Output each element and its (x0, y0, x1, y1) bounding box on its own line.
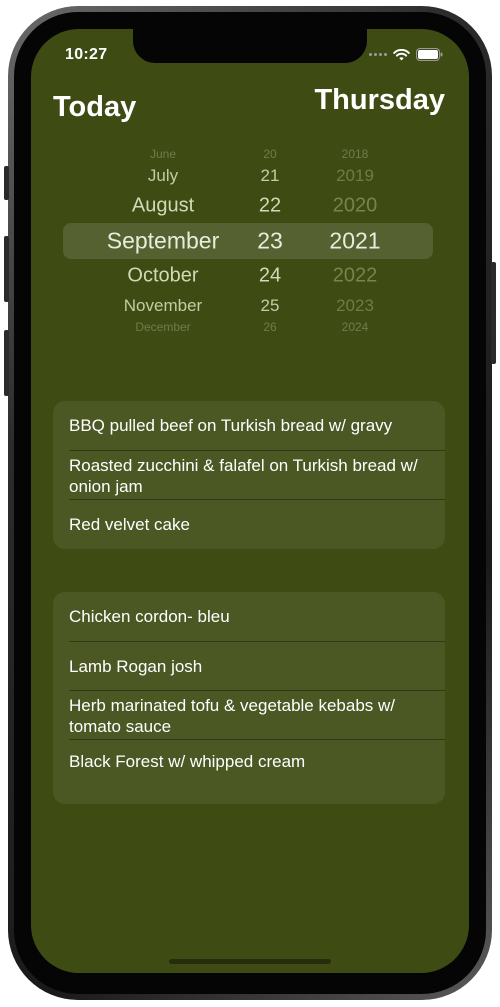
picker-day[interactable]: 24 (239, 265, 301, 288)
menu-item-label: Chicken cordon- bleu (69, 607, 230, 626)
picker-year[interactable]: 2022 (317, 265, 393, 288)
status-time: 10:27 (65, 46, 108, 63)
list-item[interactable]: BBQ pulled beef on Turkish bread w/ grav… (69, 401, 445, 450)
dinner-menu-card: Chicken cordon- bleu Lamb Rogan josh Her… (53, 592, 445, 804)
page-title: Today (53, 91, 137, 123)
picker-month[interactable]: August (71, 195, 255, 218)
menu-item-label: Black Forest w/ whipped cream (69, 752, 306, 771)
menu-item-label: Roasted zucchini & falafel on Turkish br… (69, 455, 418, 496)
picker-year[interactable]: 2019 (317, 166, 393, 186)
list-item[interactable]: Herb marinated tofu & vegetable kebabs w… (69, 691, 445, 740)
picker-day[interactable]: 25 (239, 296, 301, 316)
cellular-signal-icon (369, 53, 387, 56)
list-item[interactable]: Black Forest w/ whipped cream (69, 737, 445, 786)
side-button-volume-down (4, 330, 9, 396)
battery-icon (416, 48, 443, 61)
menu-item-label: Herb marinated tofu & vegetable kebabs w… (69, 695, 396, 736)
picker-day[interactable]: 20 (239, 147, 301, 161)
picker-month[interactable]: July (71, 166, 255, 186)
menu-item-label: Lamb Rogan josh (69, 657, 203, 676)
picker-selected-year[interactable]: 2021 (317, 228, 393, 255)
picker-month[interactable]: November (71, 296, 255, 316)
notch (133, 29, 367, 63)
day-name-label: Thursday (314, 84, 445, 116)
picker-day[interactable]: 26 (239, 320, 301, 334)
picker-selected-day[interactable]: 23 (239, 228, 301, 255)
picker-year[interactable]: 2020 (317, 195, 393, 218)
picker-year[interactable]: 2018 (317, 147, 393, 161)
list-item[interactable]: Roasted zucchini & falafel on Turkish br… (69, 451, 445, 500)
list-item[interactable]: Lamb Rogan josh (69, 642, 445, 691)
app-screen: 10:27 Today Thursday June 20 2018 July 2… (31, 29, 469, 973)
list-item[interactable]: Red velvet cake (69, 500, 445, 549)
side-button-power (491, 262, 496, 364)
picker-year[interactable]: 2023 (317, 296, 393, 316)
side-button-silent (4, 166, 9, 200)
menu-item-label: BBQ pulled beef on Turkish bread w/ grav… (69, 416, 393, 435)
date-picker[interactable]: June 20 2018 July 21 2019 August 22 2020… (31, 139, 469, 349)
list-item[interactable]: Chicken cordon- bleu (69, 592, 445, 641)
picker-selected-month[interactable]: September (71, 228, 255, 255)
picker-month[interactable]: June (71, 147, 255, 161)
picker-month[interactable]: December (71, 320, 255, 334)
picker-day[interactable]: 21 (239, 166, 301, 186)
picker-year[interactable]: 2024 (317, 320, 393, 334)
wifi-icon (393, 48, 410, 60)
side-button-volume-up (4, 236, 9, 302)
home-indicator[interactable] (169, 959, 331, 964)
picker-day[interactable]: 22 (239, 195, 301, 218)
menu-item-label: Red velvet cake (69, 515, 190, 534)
lunch-menu-card: BBQ pulled beef on Turkish bread w/ grav… (53, 401, 445, 549)
status-icons (369, 48, 443, 61)
picker-month[interactable]: October (71, 265, 255, 288)
